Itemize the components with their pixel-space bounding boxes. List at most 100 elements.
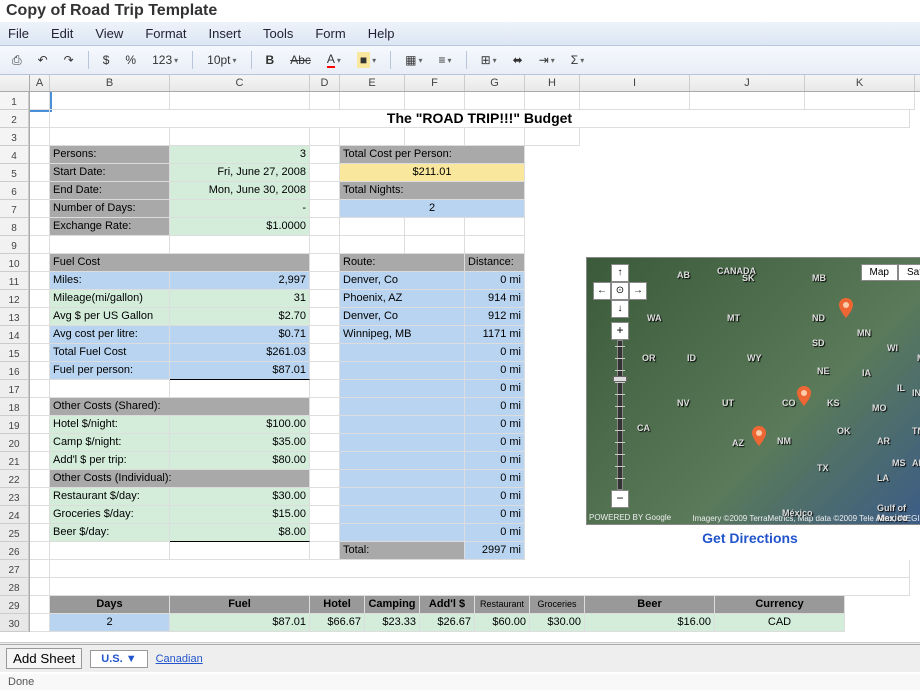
pan-right-icon[interactable]: → [629,282,647,300]
col-header[interactable]: K [805,75,915,91]
row-header[interactable]: 13 [0,308,29,326]
row-header[interactable]: 2 [0,110,29,128]
map-embed[interactable]: CANADAABSKMBNDSDMTWYCONEKSOKTXNMAZUTNVCA… [586,257,920,525]
sum-v-beer[interactable]: $16.00 [585,614,715,632]
sum-v-cur[interactable]: CAD [715,614,845,632]
shared-val[interactable]: $100.00 [170,416,310,434]
col-header[interactable]: H [525,75,580,91]
row-header[interactable]: 22 [0,470,29,488]
row-header[interactable]: 10 [0,254,29,272]
ind-val[interactable]: $15.00 [170,506,310,524]
row-header[interactable]: 1 [0,92,29,110]
text-color[interactable]: A [323,50,345,70]
row-header[interactable]: 11 [0,272,29,290]
row-header[interactable]: 14 [0,326,29,344]
route-stop[interactable]: Denver, Co [340,272,465,290]
currency-format[interactable]: $ [99,51,114,69]
row-header[interactable]: 15 [0,344,29,362]
row-header[interactable]: 24 [0,506,29,524]
row-header[interactable]: 16 [0,362,29,380]
col-header[interactable]: F [405,75,465,91]
val-persons[interactable]: 3 [170,146,310,164]
fuel-val[interactable]: 31 [170,290,310,308]
ind-val[interactable]: $30.00 [170,488,310,506]
fill-color[interactable]: ■ [353,50,380,70]
row-header[interactable]: 30 [0,614,29,632]
val-numdays[interactable]: - [170,200,310,218]
shared-val[interactable]: $35.00 [170,434,310,452]
fuel-val[interactable]: $2.70 [170,308,310,326]
cells-area[interactable]: The "ROAD TRIP!!!" Budget Persons: 3 Tot… [30,92,920,632]
percent-format[interactable]: % [121,51,140,69]
row-header[interactable]: 4 [0,146,29,164]
row-header[interactable]: 17 [0,380,29,398]
pan-center-icon[interactable]: ⊙ [611,282,629,300]
fuel-val[interactable]: $87.01 [170,362,310,380]
print-icon[interactable]: ⎙ [8,51,26,70]
sum-v-rest[interactable]: $60.00 [475,614,530,632]
pan-up-icon[interactable]: ↑ [611,264,629,282]
map-marker-icon[interactable] [839,298,853,318]
menu-form[interactable]: Form [315,26,345,41]
route-stop[interactable] [340,362,465,380]
sum-v-fuel[interactable]: $87.01 [170,614,310,632]
route-stop[interactable]: Winnipeg, MB [340,326,465,344]
val-exch[interactable]: $1.0000 [170,218,310,236]
menu-view[interactable]: View [95,26,123,41]
fuel-val[interactable]: $261.03 [170,344,310,362]
row-header[interactable]: 3 [0,128,29,146]
row-header[interactable]: 29 [0,596,29,614]
row-header[interactable]: 18 [0,398,29,416]
row-header[interactable]: 5 [0,164,29,182]
tab-canadian[interactable]: Canadian [156,653,203,665]
row-header[interactable]: 27 [0,560,29,578]
strike-button[interactable]: Abc [286,51,315,69]
menu-edit[interactable]: Edit [51,26,73,41]
map-type-sat[interactable]: Sat [898,264,920,281]
align[interactable]: ≡ [435,51,456,69]
map-type-map[interactable]: Map [861,264,898,281]
row-header[interactable]: 19 [0,416,29,434]
sum-v-camp[interactable]: $23.33 [365,614,420,632]
col-header[interactable]: J [690,75,805,91]
col-header[interactable]: I [580,75,690,91]
pan-left-icon[interactable]: ← [593,282,611,300]
zoom-in-icon[interactable]: + [611,322,629,340]
insert[interactable]: ⊞ [477,51,501,69]
add-sheet-button[interactable]: Add Sheet [6,648,82,669]
row-header[interactable]: 12 [0,290,29,308]
bold-button[interactable]: B [262,51,279,69]
ind-val[interactable]: $8.00 [170,524,310,542]
row-header[interactable]: 6 [0,182,29,200]
zoom-slider[interactable] [617,340,623,490]
row-header[interactable]: 28 [0,578,29,596]
menu-tools[interactable]: Tools [263,26,293,41]
get-directions-link[interactable]: Get Directions [650,530,850,546]
sum-v-addl[interactable]: $26.67 [420,614,475,632]
val-start[interactable]: Fri, June 27, 2008 [170,164,310,182]
wrap[interactable]: ⇥ [535,51,559,69]
sum-v-hotel[interactable]: $66.67 [310,614,365,632]
col-header[interactable]: E [340,75,405,91]
col-header[interactable]: G [465,75,525,91]
row-header[interactable]: 20 [0,434,29,452]
select-all-corner[interactable] [0,75,30,91]
menu-file[interactable]: File [8,26,29,41]
row-header[interactable]: 7 [0,200,29,218]
row-header[interactable]: 9 [0,236,29,254]
undo-icon[interactable]: ↶ [34,51,52,69]
col-header[interactable]: B [50,75,170,91]
font-size[interactable]: 10pt [203,51,240,69]
route-stop[interactable]: Denver, Co [340,308,465,326]
number-format[interactable]: 123 [148,51,182,69]
menu-insert[interactable]: Insert [208,26,241,41]
row-header[interactable]: 8 [0,218,29,236]
sum-v-days[interactable]: 2 [50,614,170,632]
menu-help[interactable]: Help [368,26,395,41]
col-header[interactable]: D [310,75,340,91]
menu-format[interactable]: Format [145,26,186,41]
row-header[interactable]: 26 [0,542,29,560]
route-stop[interactable] [340,344,465,362]
map-marker-icon[interactable] [752,426,766,446]
row-header[interactable]: 21 [0,452,29,470]
